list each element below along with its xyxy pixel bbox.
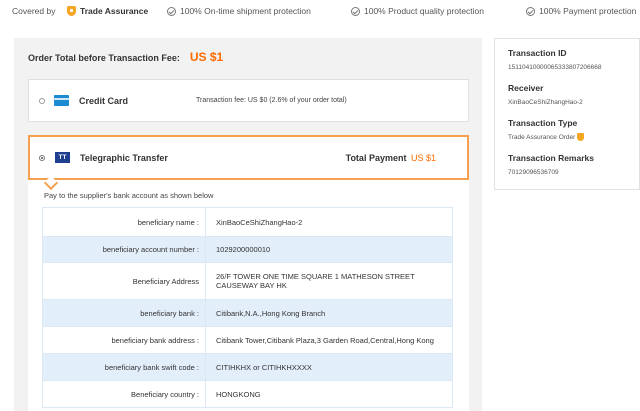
credit-card-label: Credit Card xyxy=(79,96,129,106)
protection-shipment: 100% On-time shipment protection xyxy=(167,6,311,16)
bank-field-value: 1029200000010 xyxy=(205,236,453,263)
tt-icon: TT xyxy=(55,152,70,163)
table-row: beneficiary name : XinBaoCeShiZhangHao-2 xyxy=(42,207,453,237)
transaction-info-panel: Transaction ID 1511041000006533380720666… xyxy=(494,38,640,190)
protection-quality: 100% Product quality protection xyxy=(351,6,484,16)
trade-assurance-label: Trade Assurance xyxy=(80,6,149,16)
payment-option-credit-card[interactable]: Credit Card Transaction fee: US $0 (2.6%… xyxy=(28,79,469,122)
bank-field-label: beneficiary bank address : xyxy=(42,326,206,354)
check-circle-icon xyxy=(526,6,535,16)
assurance-bar: Covered by Trade Assurance 100% On-time … xyxy=(0,0,640,24)
bank-field-label: beneficiary account number : xyxy=(42,236,206,263)
credit-card-fee: Transaction fee: US $0 (2.6% of your ord… xyxy=(196,97,347,104)
trade-assurance-badge[interactable]: Trade Assurance xyxy=(67,6,148,16)
transaction-type-value: Trade Assurance Order xyxy=(508,133,576,141)
transaction-type: Trade Assurance Order xyxy=(508,133,585,141)
pay-instruction: Pay to the supplier's bank account as sh… xyxy=(44,191,214,200)
protection-label: 100% Product quality protection xyxy=(364,6,485,16)
receiver-value: XinBaoCeShiZhangHao-2 xyxy=(508,99,583,106)
check-circle-icon xyxy=(351,6,360,16)
transaction-remarks-label: Transaction Remarks xyxy=(508,153,594,163)
bank-field-label: beneficiary bank : xyxy=(42,299,206,327)
bank-field-label: Beneficiary country : xyxy=(42,380,206,408)
table-row: beneficiary bank : Citibank,N.A.,Hong Ko… xyxy=(42,299,453,327)
order-total-value: US $1 xyxy=(189,50,224,64)
bank-field-value: HONGKONG xyxy=(205,380,453,408)
telegraphic-transfer-radio[interactable] xyxy=(39,155,45,161)
shield-icon xyxy=(67,6,76,16)
bank-field-value: Citibank,N.A.,Hong Kong Branch xyxy=(205,299,453,327)
bank-field-label: beneficiary name : xyxy=(42,207,206,237)
table-row: beneficiary account number : 10292000000… xyxy=(42,236,453,263)
bank-field-value: XinBaoCeShiZhangHao-2 xyxy=(205,207,453,237)
bank-field-label: beneficiary bank swift code : xyxy=(42,353,206,381)
protection-label: 100% On-time shipment protection xyxy=(180,6,311,16)
order-total-label: Order Total before Transaction Fee: xyxy=(28,53,180,63)
transaction-id-label: Transaction ID xyxy=(508,48,567,58)
total-payment: Total Payment US $1 xyxy=(346,153,436,163)
total-payment-label: Total Payment xyxy=(345,153,407,163)
telegraphic-transfer-header[interactable]: TT Telegraphic Transfer Total Payment US… xyxy=(28,135,469,180)
transaction-remarks-value: 70129096536709 xyxy=(508,169,559,176)
credit-card-icon xyxy=(54,95,69,106)
protection-label: 100% Payment protection xyxy=(539,6,637,16)
check-circle-icon xyxy=(167,6,176,16)
transaction-id-value: 15110410000065333807206668 xyxy=(508,64,602,71)
covered-by-label: Covered by xyxy=(12,6,56,16)
bank-field-value: 26/F TOWER ONE TIME SQUARE 1 MATHESON ST… xyxy=(205,262,453,300)
total-payment-value: US $1 xyxy=(410,153,436,163)
receiver-label: Receiver xyxy=(508,83,544,93)
table-row: Beneficiary Address 26/F TOWER ONE TIME … xyxy=(42,262,453,300)
bank-field-label: Beneficiary Address xyxy=(42,262,206,300)
payment-method-panel: Order Total before Transaction Fee: US $… xyxy=(14,38,482,411)
table-row: beneficiary bank swift code : CITIHKHX o… xyxy=(42,353,453,381)
table-row: beneficiary bank address : Citibank Towe… xyxy=(42,326,453,354)
telegraphic-transfer-label: Telegraphic Transfer xyxy=(80,153,168,163)
order-total: Order Total before Transaction Fee: US $… xyxy=(28,50,223,64)
payment-option-telegraphic-transfer: Pay to the supplier's bank account as sh… xyxy=(14,135,482,411)
table-row: Beneficiary country : HONGKONG xyxy=(42,380,453,408)
credit-card-radio[interactable] xyxy=(39,98,45,104)
transaction-type-label: Transaction Type xyxy=(508,118,578,128)
trade-assurance-icon xyxy=(577,133,585,141)
protection-payment: 100% Payment protection xyxy=(526,6,636,16)
bank-field-value: CITIHKHX or CITIHKHXXXX xyxy=(205,353,453,381)
bank-field-value: Citibank Tower,Citibank Plaza,3 Garden R… xyxy=(205,326,453,354)
bank-details-table: beneficiary name : XinBaoCeShiZhangHao-2… xyxy=(42,207,453,408)
